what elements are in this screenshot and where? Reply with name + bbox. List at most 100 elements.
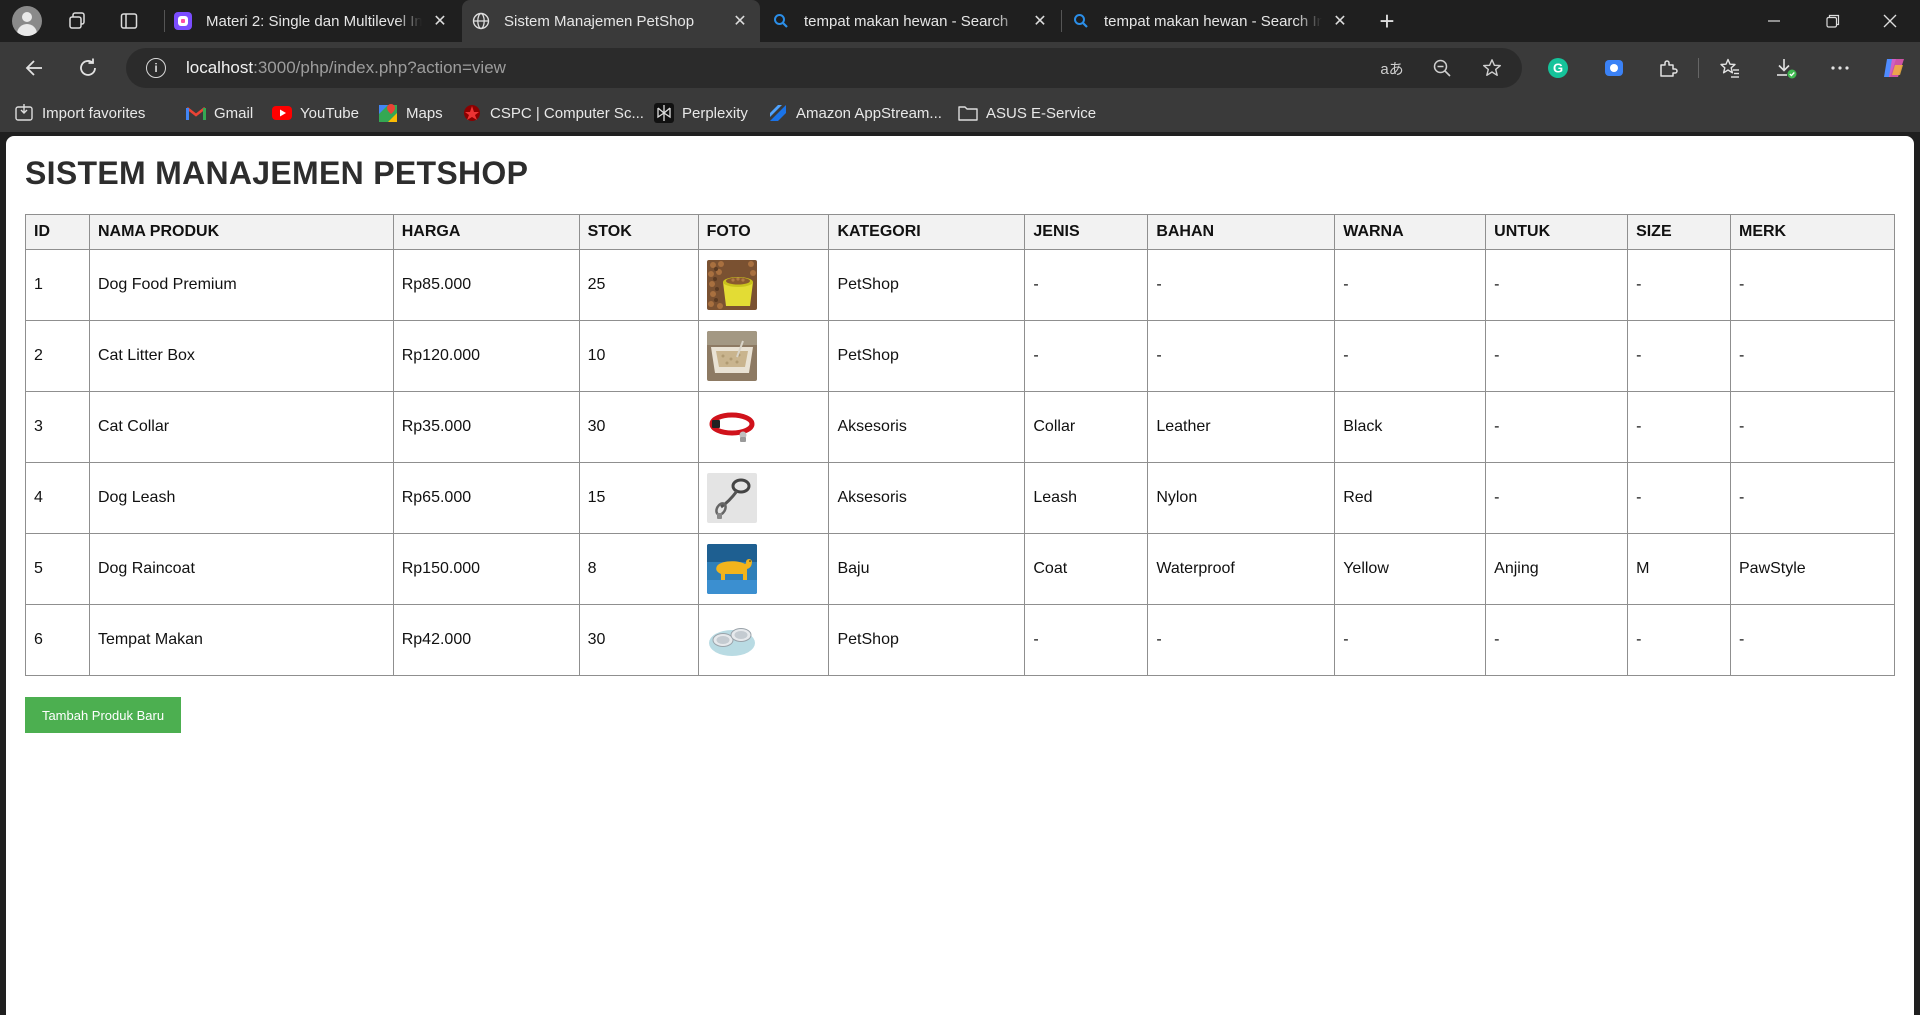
- refresh-button[interactable]: [72, 52, 104, 84]
- copilot-icon[interactable]: [1878, 52, 1910, 84]
- add-product-button[interactable]: Tambah Produk Baru: [25, 697, 181, 733]
- close-tab-icon[interactable]: ✕: [1330, 11, 1350, 31]
- cell-warna: -: [1334, 249, 1487, 321]
- close-window-button[interactable]: [1862, 0, 1918, 42]
- favorite-label: Perplexity: [682, 104, 748, 122]
- url-text[interactable]: localhost:3000/php/index.php?action=view: [186, 58, 506, 78]
- youtube-icon: [272, 103, 292, 123]
- column-header: MERK: [1730, 214, 1895, 250]
- cell-untuk: -: [1485, 604, 1629, 676]
- profile-avatar[interactable]: [12, 6, 42, 36]
- favorite-maps[interactable]: Maps: [378, 102, 443, 124]
- appstream-icon: [768, 103, 788, 123]
- cell-warna: -: [1334, 320, 1487, 392]
- toolbar-divider: [1698, 58, 1699, 78]
- address-bar[interactable]: i localhost:3000/php/index.php?action=vi…: [126, 48, 1522, 88]
- close-tab-icon[interactable]: ✕: [430, 11, 450, 31]
- screen-capture-icon[interactable]: [1598, 52, 1630, 84]
- cell-jenis: Coat: [1024, 533, 1149, 605]
- table-row: 1 Dog Food Premium Rp85.000 25 PetShop -…: [25, 249, 1895, 321]
- cell-stok: 8: [578, 533, 699, 605]
- cell-kategori: Aksesoris: [828, 462, 1026, 534]
- cell-kategori: PetShop: [828, 604, 1026, 676]
- cspc-icon: [462, 103, 482, 123]
- cell-harga: Rp150.000: [392, 533, 580, 605]
- extensions-icon[interactable]: [1652, 52, 1684, 84]
- cell-harga: Rp65.000: [392, 462, 580, 534]
- cell-jenis: Collar: [1024, 391, 1149, 463]
- tab-petshop[interactable]: Sistem Manajemen PetShop ✕: [462, 0, 760, 42]
- cell-untuk: -: [1485, 391, 1629, 463]
- cell-id: 1: [25, 249, 90, 321]
- workspaces-icon[interactable]: [62, 6, 92, 36]
- cell-foto: [697, 391, 830, 463]
- cell-warna: -: [1334, 604, 1487, 676]
- favorite-asus[interactable]: ASUS E-Service: [958, 102, 1096, 124]
- cell-kategori: Aksesoris: [828, 391, 1026, 463]
- cell-jenis: -: [1024, 249, 1149, 321]
- cell-warna: Yellow: [1334, 533, 1487, 605]
- favorite-perplexity[interactable]: Perplexity: [654, 102, 748, 124]
- downloads-icon[interactable]: [1770, 52, 1802, 84]
- more-options-icon[interactable]: [1824, 52, 1856, 84]
- cell-bahan: -: [1147, 320, 1336, 392]
- cell-untuk: -: [1485, 249, 1629, 321]
- favorite-label: Gmail: [214, 104, 254, 122]
- favorite-cspc[interactable]: CSPC | Computer Sc...: [462, 102, 644, 124]
- new-tab-button[interactable]: +: [1372, 6, 1402, 36]
- favorites-icon[interactable]: [1714, 52, 1746, 84]
- favorite-youtube[interactable]: YouTube: [272, 102, 359, 124]
- grammarly-icon[interactable]: G: [1542, 52, 1574, 84]
- cell-bahan: -: [1147, 249, 1336, 321]
- tab-search-images[interactable]: tempat makan hewan - Search Images ✕: [1062, 0, 1360, 42]
- collar-photo: [706, 402, 757, 452]
- cell-stok: 30: [578, 604, 699, 676]
- column-header: UNTUK: [1485, 214, 1629, 250]
- cell-bahan: -: [1147, 604, 1336, 676]
- cell-kategori: PetShop: [828, 320, 1026, 392]
- column-header: SIZE: [1627, 214, 1731, 250]
- favorite-label: YouTube: [300, 104, 359, 122]
- column-header: NAMA PRODUK: [88, 214, 394, 250]
- cell-untuk: -: [1485, 320, 1629, 392]
- cell-stok: 15: [578, 462, 699, 534]
- read-aloud-icon[interactable]: aあ: [1380, 56, 1404, 80]
- cell-nama: Dog Raincoat: [88, 533, 394, 605]
- minimize-button[interactable]: [1746, 0, 1802, 42]
- back-button[interactable]: [18, 52, 50, 84]
- favorite-import[interactable]: Import favorites: [14, 102, 145, 124]
- tab-actions-icon[interactable]: [114, 6, 144, 36]
- cell-kategori: PetShop: [828, 249, 1026, 321]
- cell-merk: -: [1730, 462, 1895, 534]
- table-row: 2 Cat Litter Box Rp120.000 10 PetShop -: [25, 320, 1895, 392]
- favorite-gmail[interactable]: Gmail: [186, 102, 253, 124]
- table-row: 6 Tempat Makan Rp42.000 30 PetShop - - -…: [25, 604, 1895, 676]
- close-tab-icon[interactable]: ✕: [1030, 11, 1050, 31]
- favorite-star-icon[interactable]: [1480, 56, 1504, 80]
- zoom-out-icon[interactable]: [1430, 56, 1454, 80]
- litter-box-photo: [706, 331, 757, 381]
- tab-search[interactable]: tempat makan hewan - Search ✕: [762, 0, 1060, 42]
- cell-size: -: [1627, 462, 1731, 534]
- folder-icon: [958, 103, 978, 123]
- cell-size: M: [1627, 533, 1731, 605]
- column-header: STOK: [578, 214, 699, 250]
- close-tab-icon[interactable]: ✕: [730, 11, 750, 31]
- cell-warna: Black: [1334, 391, 1487, 463]
- cell-id: 2: [25, 320, 90, 392]
- cell-size: -: [1627, 391, 1731, 463]
- cell-id: 5: [25, 533, 90, 605]
- tab-bar: Materi 2: Single dan Multilevel Inherita…: [0, 0, 1920, 42]
- cell-harga: Rp85.000: [392, 249, 580, 321]
- favorite-label: Amazon AppStream...: [796, 104, 942, 122]
- site-info-icon[interactable]: i: [146, 58, 166, 78]
- cell-stok: 25: [578, 249, 699, 321]
- page-content: SISTEM MANAJEMEN PETSHOP ID NAMA PRODUK …: [6, 136, 1914, 1015]
- table-row: 3 Cat Collar Rp35.000 30 Aksesoris Colla…: [25, 391, 1895, 463]
- favorite-appstream[interactable]: Amazon AppStream...: [768, 102, 942, 124]
- navigation-bar: i localhost:3000/php/index.php?action=vi…: [0, 42, 1920, 94]
- tab-materi[interactable]: Materi 2: Single dan Multilevel Inherita…: [164, 0, 460, 42]
- cell-id: 6: [25, 604, 90, 676]
- restore-button[interactable]: [1805, 0, 1861, 42]
- cell-size: -: [1627, 320, 1731, 392]
